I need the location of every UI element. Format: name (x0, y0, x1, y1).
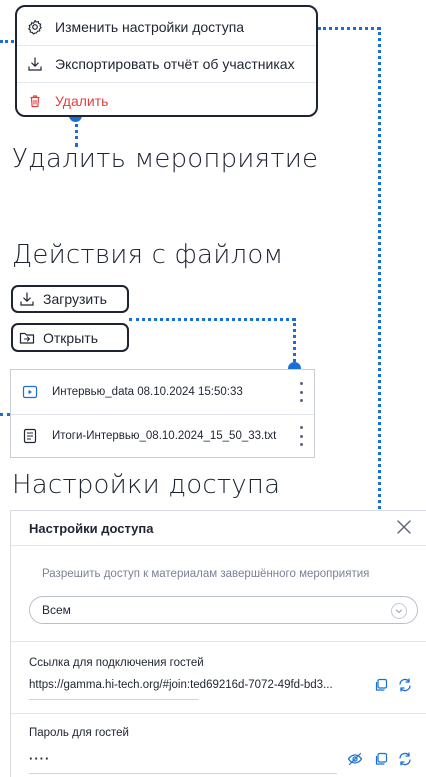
copy-icon[interactable] (373, 751, 389, 767)
event-context-menu: Изменить настройки доступа Экспортироват… (15, 5, 318, 117)
upload-button-label: Загрузить (43, 291, 107, 307)
eye-off-icon[interactable] (347, 751, 363, 767)
menu-item-delete[interactable]: Удалить (17, 83, 316, 119)
guest-link-field[interactable]: https://gamma.hi-tech.org/#join:ted69216… (29, 679, 333, 691)
file-name: Интервью_data 08.10.2024 15:50:33 (52, 386, 243, 398)
more-options-icon[interactable] (298, 382, 304, 402)
trash-icon (27, 93, 43, 109)
connector-line (293, 318, 296, 368)
gear-icon (27, 19, 43, 35)
upload-button[interactable]: Загрузить (11, 285, 129, 313)
menu-item-label: Удалить (55, 93, 109, 109)
folder-open-icon (19, 330, 35, 346)
video-file-icon (22, 384, 38, 400)
menu-item-label: Экспортировать отчёт об участниках (55, 56, 295, 72)
refresh-icon[interactable] (397, 677, 413, 693)
access-settings-panel: Настройки доступа Разрешить доступ к мат… (10, 510, 426, 777)
access-select[interactable]: Всем (29, 596, 418, 624)
open-button-label: Открыть (43, 329, 98, 346)
connector-line (0, 40, 14, 43)
refresh-icon[interactable] (397, 751, 413, 767)
heading-delete-event: Удалить мероприятие (12, 144, 319, 174)
guest-link-label: Ссылка для подключения гостей (29, 657, 204, 669)
text-file-icon (22, 428, 38, 444)
file-row[interactable]: Интервью_data 08.10.2024 15:50:33 (11, 370, 314, 414)
heading-access-settings: Настройки доступа (12, 470, 281, 500)
download-icon (27, 56, 43, 72)
access-select-value: Всем (42, 603, 71, 617)
open-button[interactable]: Открыть (11, 323, 129, 352)
heading-file-actions: Действия с файлом (12, 240, 284, 270)
field-underline (29, 773, 337, 774)
allow-access-text: Разрешить доступ к материалам завершённо… (42, 568, 370, 580)
copy-icon[interactable] (373, 677, 389, 693)
upload-icon (19, 291, 35, 307)
panel-divider (11, 713, 426, 714)
menu-item-export-report[interactable]: Экспортировать отчёт об участниках (17, 46, 316, 82)
close-icon[interactable] (394, 517, 414, 537)
file-list: Интервью_data 08.10.2024 15:50:33 Итоги-… (10, 369, 315, 458)
panel-divider (11, 545, 426, 546)
menu-item-label: Изменить настройки доступа (55, 19, 245, 35)
guest-password-field[interactable]: ···· (29, 751, 50, 766)
file-row[interactable]: Итоги-Интервью_08.10.2024_15_50_33.txt (11, 414, 314, 458)
field-underline (29, 699, 199, 700)
panel-title: Настройки доступа (29, 521, 154, 536)
more-options-icon[interactable] (298, 426, 304, 446)
menu-item-change-access[interactable]: Изменить настройки доступа (17, 9, 316, 45)
guest-password-label: Пароль для гостей (29, 727, 129, 739)
connector-line (378, 27, 381, 527)
file-name: Итоги-Интервью_08.10.2024_15_50_33.txt (52, 430, 277, 442)
connector-line (318, 27, 380, 30)
chevron-down-icon (391, 603, 407, 619)
connector-line (0, 413, 10, 416)
panel-divider (11, 641, 426, 642)
connector-line (129, 318, 295, 321)
